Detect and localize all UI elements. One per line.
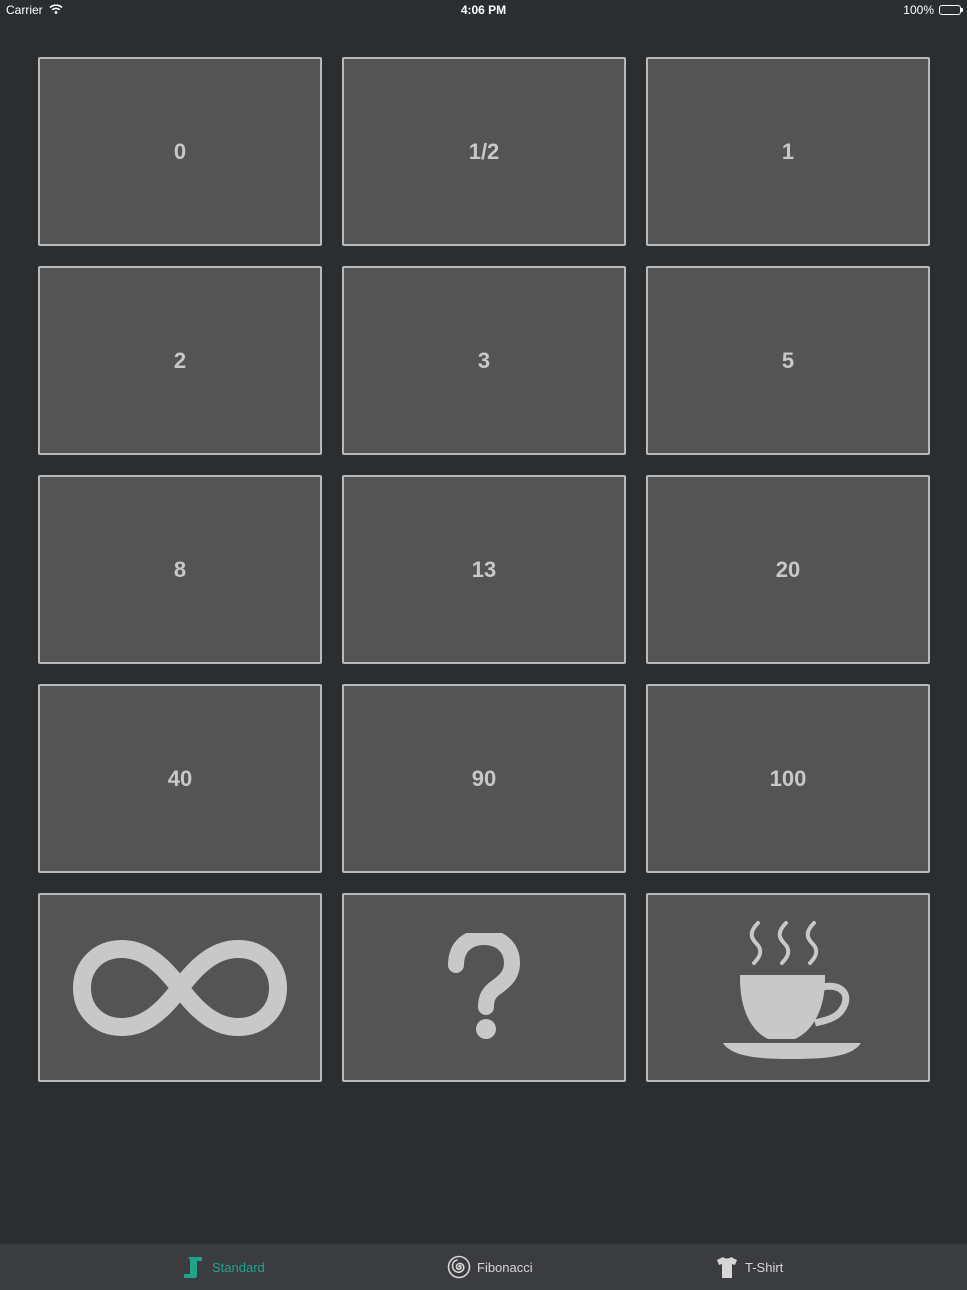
card-half[interactable]: 1/2 (342, 57, 626, 246)
status-time: 4:06 PM (460, 3, 507, 17)
card-3[interactable]: 3 (342, 266, 626, 455)
tab-fibonacci-label: Fibonacci (477, 1259, 533, 1275)
card-1[interactable]: 1 (646, 57, 930, 246)
tab-t-shirt-label: T-Shirt (745, 1259, 784, 1275)
card-90[interactable]: 90 (342, 684, 626, 873)
card-coffee[interactable] (646, 893, 930, 1082)
status-right: 100% (903, 3, 963, 17)
card-2[interactable]: 2 (38, 266, 322, 455)
card-20[interactable]: 20 (646, 475, 930, 664)
tab-standard-label: Standard (212, 1259, 265, 1275)
card-8[interactable]: 8 (38, 475, 322, 664)
tab-fibonacci[interactable]: Fibonacci (447, 1244, 533, 1290)
card-100[interactable]: 100 (646, 684, 930, 873)
card-5[interactable]: 5 (646, 266, 930, 455)
status-bar: Carrier 4:06 PM 100% (0, 0, 967, 22)
card-infinity[interactable] (38, 893, 322, 1082)
battery-icon (939, 5, 963, 15)
card-0[interactable]: 0 (38, 57, 322, 246)
fibonacci-spiral-icon (447, 1255, 471, 1279)
tab-standard[interactable]: Standard (182, 1244, 265, 1290)
coffee-cup-icon (713, 913, 863, 1063)
t-shirt-icon (715, 1255, 739, 1279)
card-40[interactable]: 40 (38, 684, 322, 873)
card-13[interactable]: 13 (342, 475, 626, 664)
tab-bar: Standard Fibonacci T-Shirt (0, 1243, 967, 1290)
infinity-icon (70, 933, 290, 1043)
card-question[interactable] (342, 893, 626, 1082)
card-grid: 0 1/2 1 2 3 5 8 13 20 40 90 100 (38, 57, 930, 1082)
tab-t-shirt[interactable]: T-Shirt (715, 1244, 783, 1290)
standard-deck-icon (182, 1255, 206, 1279)
battery-percent: 100% (903, 3, 934, 17)
question-mark-icon (444, 932, 524, 1043)
